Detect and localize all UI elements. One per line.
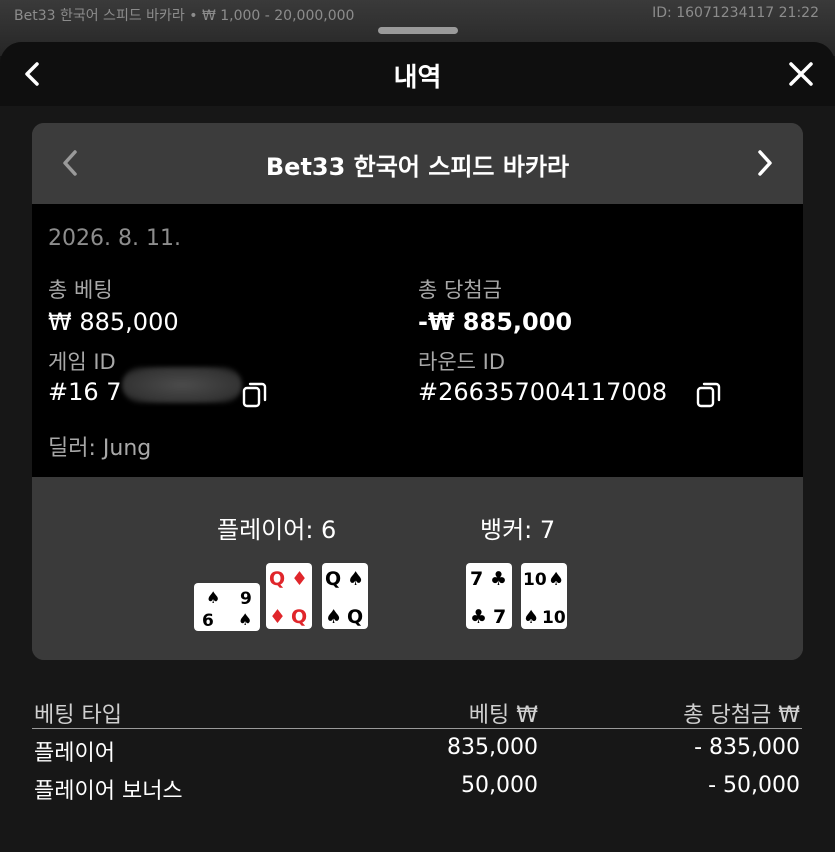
svg-text:♠: ♠ xyxy=(523,607,539,628)
game-nav: Bet33 한국어 스피드 바카라 xyxy=(32,123,803,204)
total-bet-value: ₩ 885,000 xyxy=(48,308,179,336)
game-date: 2026. 8. 11. xyxy=(48,226,181,251)
round-result: 플레이어: 6 뱅커: 7 ♠ 9 6 ♠ Q ♦ ♦ Q Q ♠ ♠ Q 7 … xyxy=(32,477,803,660)
total-win-label: 총 당첨금 xyxy=(418,278,502,302)
win-amount: - 835,000 xyxy=(694,735,800,760)
bet-amount: 50,000 xyxy=(461,773,538,798)
svg-text:♠: ♠ xyxy=(347,568,364,590)
game-title: Bet33 한국어 스피드 바카라 xyxy=(265,153,570,181)
svg-text:Q: Q xyxy=(325,568,341,590)
banker-card-2: 10 ♠ ♠ 10 xyxy=(521,563,567,629)
table-header: 베팅 타입 베팅 ₩ 총 당첨금 ₩ xyxy=(32,691,802,729)
svg-text:7: 7 xyxy=(493,606,506,628)
svg-text:7: 7 xyxy=(470,568,483,590)
banker-card-1: 7 ♣ ♣ 7 xyxy=(466,563,512,629)
svg-text:♠: ♠ xyxy=(325,606,342,628)
svg-text:9: 9 xyxy=(240,589,252,609)
svg-text:♣: ♣ xyxy=(470,606,487,628)
copy-icon xyxy=(696,382,721,408)
game-id-value: #16 7 xyxy=(48,378,122,406)
banker-score: 뱅커: 7 xyxy=(480,516,556,544)
table-info: Bet33 한국어 스피드 바카라 • ₩ 1,000 - 20,000,000 xyxy=(14,8,355,24)
svg-text:♦: ♦ xyxy=(269,606,286,628)
seven-of-clubs-card: 7 ♣ ♣ 7 xyxy=(470,568,507,628)
table-row: 플레이어 보너스 50,000 - 50,000 xyxy=(32,767,802,805)
col-bet-type: 베팅 타입 xyxy=(34,703,122,728)
game-history-card: Bet33 한국어 스피드 바카라 2026. 8. 11. 총 베팅 ₩ 88… xyxy=(32,123,803,660)
col-total-win: 총 당첨금 ₩ xyxy=(683,703,800,728)
bet-type: 플레이어 xyxy=(34,741,115,766)
close-icon xyxy=(789,62,813,86)
svg-text:Q: Q xyxy=(347,606,363,628)
player-card-2: Q ♦ ♦ Q xyxy=(266,563,312,629)
history-sheet: 내역 Bet33 한국어 스피드 바카라 2026. 8. 11. 총 베팅 ₩… xyxy=(0,42,835,852)
close-button[interactable] xyxy=(785,58,817,90)
copy-round-id-button[interactable] xyxy=(696,380,722,408)
page-title: 내역 xyxy=(393,63,442,93)
sheet-grabber[interactable] xyxy=(378,27,458,34)
svg-text:10: 10 xyxy=(523,570,547,590)
ten-of-spades-card: 10 ♠ ♠ 10 xyxy=(523,569,566,628)
game-details: 2026. 8. 11. 총 베팅 ₩ 885,000 총 당첨금 -₩ 885… xyxy=(32,204,803,477)
bet-amount: 835,000 xyxy=(447,735,538,760)
player-card-1: ♠ 9 6 ♠ xyxy=(194,583,260,631)
svg-text:♦: ♦ xyxy=(291,568,308,590)
player-score: 플레이어: 6 xyxy=(217,516,337,544)
queen-of-spades-card: Q ♠ ♠ Q xyxy=(325,568,364,628)
svg-text:Q: Q xyxy=(291,606,307,628)
svg-text:♠: ♠ xyxy=(548,569,564,590)
svg-text:♣: ♣ xyxy=(490,568,507,590)
col-bet-amount: 베팅 ₩ xyxy=(468,703,538,728)
total-bet-label: 총 베팅 xyxy=(48,278,113,302)
round-id-label: 라운드 ID xyxy=(418,350,505,374)
table-row: 플레이어 835,000 - 835,000 xyxy=(32,729,802,767)
svg-text:Q: Q xyxy=(269,568,285,590)
bet-type: 플레이어 보너스 xyxy=(34,779,183,804)
round-id-value: #266357004117008 xyxy=(418,378,668,406)
total-win-value: -₩ 885,000 xyxy=(418,308,573,336)
svg-text:6: 6 xyxy=(202,611,214,631)
game-id-label: 게임 ID xyxy=(48,350,116,374)
session-info: ID: 16071234117 21:22 xyxy=(652,5,819,21)
copy-icon xyxy=(242,382,267,408)
sheet-header: 내역 xyxy=(0,42,835,106)
chevron-right-icon xyxy=(758,150,772,176)
queen-of-diamonds-card: Q ♦ ♦ Q xyxy=(269,568,308,628)
svg-text:♠: ♠ xyxy=(238,610,252,629)
dealer-name: 딜러: Jung xyxy=(48,436,152,461)
bet-breakdown-table: 베팅 타입 베팅 ₩ 총 당첨금 ₩ 플레이어 835,000 - 835,00… xyxy=(32,691,802,805)
redaction-blur xyxy=(122,367,242,403)
copy-game-id-button[interactable] xyxy=(242,380,268,408)
player-card-3: Q ♠ ♠ Q xyxy=(322,563,368,629)
svg-text:♠: ♠ xyxy=(206,588,220,607)
next-game-button[interactable] xyxy=(753,147,777,179)
six-of-spades-card: ♠ 9 6 ♠ xyxy=(202,588,252,631)
win-amount: - 50,000 xyxy=(708,773,800,798)
svg-text:10: 10 xyxy=(542,608,566,628)
